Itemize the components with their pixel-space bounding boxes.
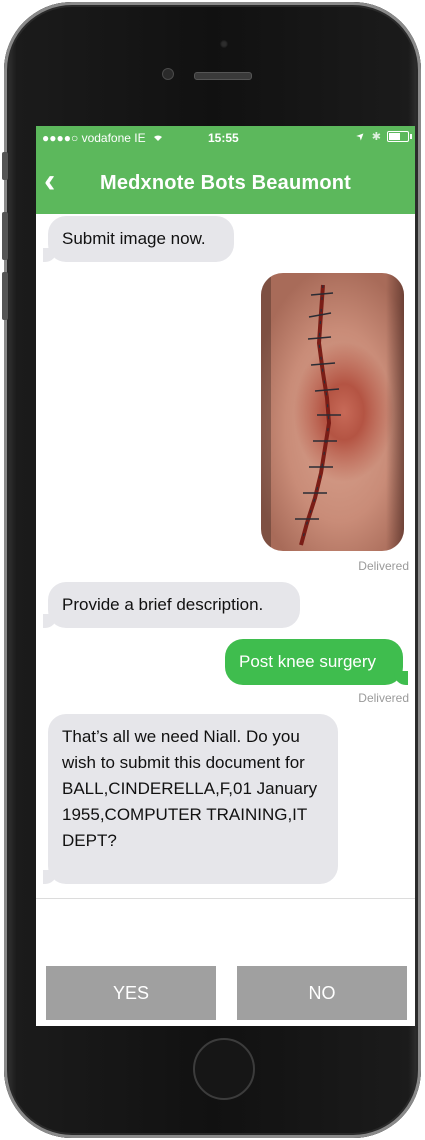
location-icon: ➤ xyxy=(354,129,369,144)
message-text: Post knee surgery xyxy=(239,652,377,671)
message-text: That’s all we need Niall. Do you wish to… xyxy=(62,727,318,850)
front-camera xyxy=(220,40,228,48)
input-divider xyxy=(36,898,415,899)
carrier-label: ●●●●○ vodafone IE xyxy=(42,131,164,145)
no-button-label: NO xyxy=(308,983,336,1003)
mute-switch xyxy=(2,152,8,180)
wifi-icon xyxy=(152,131,164,145)
chat-title: Medxnote Bots Beaumont xyxy=(99,172,352,194)
status-icons: ➤ ✱ xyxy=(354,129,412,144)
status-bar: ●●●●○ vodafone IE 15:55 ➤ ✱ xyxy=(36,126,415,150)
message-text: Submit image now. xyxy=(62,229,206,248)
battery-level xyxy=(389,133,400,140)
outgoing-image-message[interactable] xyxy=(261,273,404,551)
photo-shading xyxy=(386,273,404,551)
yes-button-label: YES xyxy=(112,983,150,1003)
status-time: 15:55 xyxy=(208,131,239,145)
wound-photo xyxy=(261,273,341,551)
home-button[interactable] xyxy=(193,1038,255,1100)
proximity-sensor xyxy=(162,68,174,80)
message-text: Provide a brief description. xyxy=(62,595,264,614)
delivered-status: Delivered xyxy=(358,691,409,705)
phone-frame: ●●●●○ vodafone IE 15:55 ➤ ✱ ‹ Medxnote B… xyxy=(2,2,421,1138)
volume-down-button xyxy=(2,272,8,320)
navigation-bar: ‹ Medxnote Bots Beaumont xyxy=(36,150,415,214)
incoming-message: That’s all we need Niall. Do you wish to… xyxy=(43,714,338,884)
no-button[interactable]: NO xyxy=(237,966,407,1020)
phone-screen: ●●●●○ vodafone IE 15:55 ➤ ✱ ‹ Medxnote B… xyxy=(36,126,415,1026)
incoming-message: Provide a brief description. xyxy=(43,582,300,628)
outgoing-message: Post knee surgery xyxy=(225,639,408,685)
earpiece-speaker xyxy=(194,72,252,80)
volume-up-button xyxy=(2,212,8,260)
delivered-status: Delivered xyxy=(358,559,409,573)
bluetooth-icon: ✱ xyxy=(371,131,381,143)
incoming-message: Submit image now. xyxy=(43,216,234,262)
yes-button[interactable]: YES xyxy=(46,966,216,1020)
message-thread[interactable]: Submit image now. Delivered Provide a br… xyxy=(36,214,415,898)
battery-icon xyxy=(387,131,412,142)
